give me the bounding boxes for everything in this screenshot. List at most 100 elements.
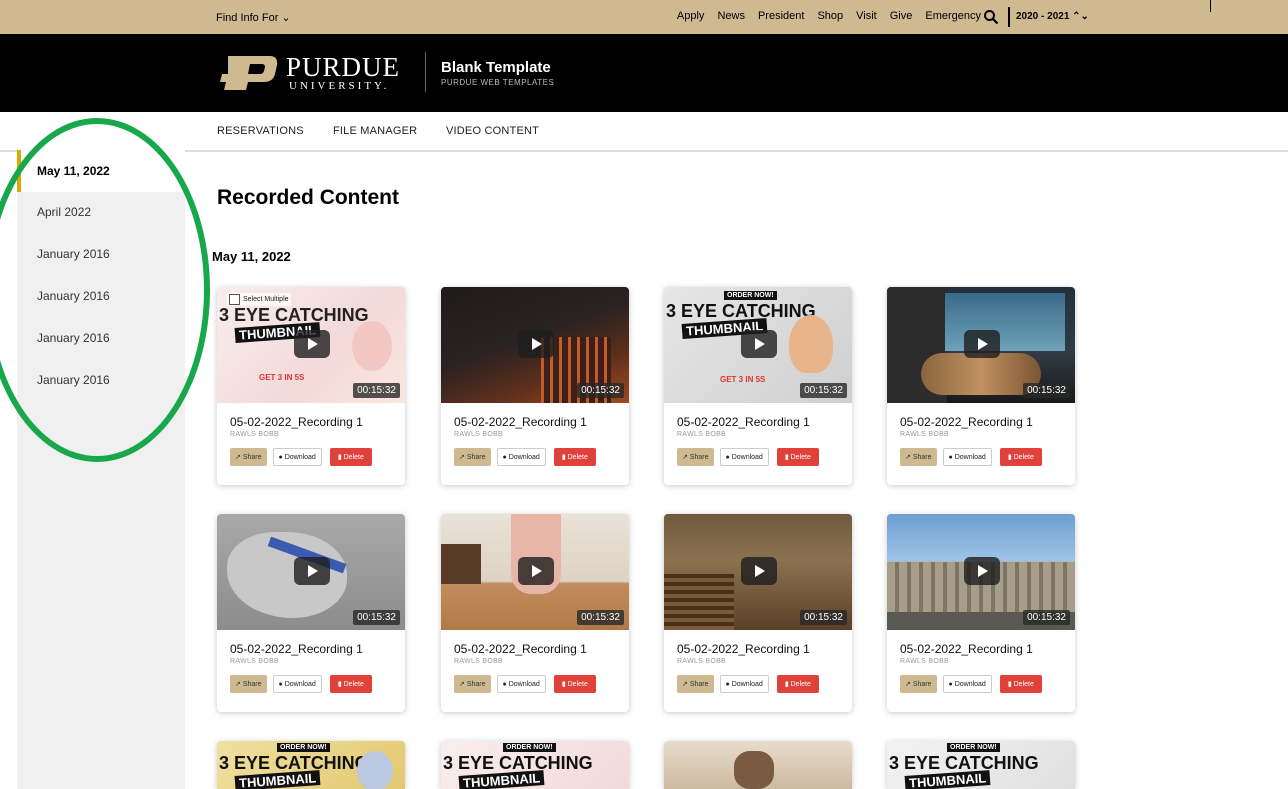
delete-button[interactable]: ▮ Delete [553, 675, 596, 693]
download-button[interactable]: ● Download [496, 448, 546, 466]
video-thumbnail[interactable]: 00:15:32 [664, 514, 852, 630]
share-button[interactable]: ↗ Share [677, 448, 714, 466]
video-thumbnail[interactable]: 00:15:32 [887, 514, 1075, 630]
recording-title[interactable]: 05-02-2022_Recording 1 [454, 415, 587, 429]
link-emergency[interactable]: Emergency [925, 10, 981, 22]
video-thumbnail[interactable]: ORDER NOW! 3 EYE CATCHING THUMBNAIL [217, 741, 405, 789]
delete-button[interactable]: ▮ Delete [329, 448, 372, 466]
year-selector[interactable]: 2020 - 2021 ⌃⌄ [1016, 11, 1089, 22]
share-button[interactable]: ↗ Share [677, 675, 714, 693]
find-info-dropdown[interactable]: Find Info For ⌄ [216, 11, 291, 24]
nav-video-content[interactable]: VIDEO CONTENT [446, 125, 539, 137]
download-button[interactable]: ● Download [942, 675, 992, 693]
video-thumbnail[interactable]: 00:15:32 [217, 514, 405, 630]
delete-button[interactable]: ▮ Delete [776, 675, 819, 693]
sidebar-item-april-2022[interactable]: April 2022 [17, 191, 185, 233]
share-button[interactable]: ↗ Share [230, 675, 267, 693]
recording-title[interactable]: 05-02-2022_Recording 1 [454, 642, 587, 656]
share-button[interactable]: ↗ Share [454, 675, 491, 693]
recording-title[interactable]: 05-02-2022_Recording 1 [900, 642, 1033, 656]
recording-owner: RAWLS BOBB [900, 658, 950, 665]
delete-button[interactable]: ▮ Delete [999, 675, 1042, 693]
nav-file-manager[interactable]: FILE MANAGER [333, 125, 417, 137]
video-thumbnail[interactable]: 3 EYE CATCHING THUMBNAIL GET 3 IN 5S 00:… [217, 287, 405, 403]
download-button[interactable]: ● Download [719, 675, 769, 693]
recording-title[interactable]: 05-02-2022_Recording 1 [677, 642, 810, 656]
divider [1210, 0, 1211, 12]
thumbnail-face [789, 315, 833, 373]
play-icon[interactable] [294, 330, 330, 358]
thumbnail-screen [945, 293, 1065, 351]
sidebar-item-label: May 11, 2022 [37, 164, 110, 178]
play-icon[interactable] [741, 557, 777, 585]
download-button[interactable]: ● Download [719, 448, 769, 466]
purdue-logo[interactable]: PURDUE UNIVERSITY. [218, 54, 400, 92]
recording-owner: RAWLS BOBB [900, 431, 950, 438]
play-icon[interactable] [294, 557, 330, 585]
recording-title[interactable]: 05-02-2022_Recording 1 [900, 415, 1033, 429]
video-card[interactable]: ORDER NOW! 3 EYE CATCHING THUMBNAIL [217, 741, 405, 789]
video-card[interactable]: ORDER NOW! 3 EYE CATCHING THUMBNAIL GET … [664, 287, 852, 485]
play-icon[interactable] [964, 557, 1000, 585]
play-icon[interactable] [741, 330, 777, 358]
sidebar-item-january-2016[interactable]: January 2016 [17, 359, 185, 401]
video-thumbnail[interactable]: ORDER NOW! 3 EYE CATCHING THUMBNAIL [441, 741, 629, 789]
play-icon[interactable] [518, 330, 554, 358]
download-button[interactable]: ● Download [496, 675, 546, 693]
video-card[interactable]: 00:15:32 05-02-2022_Recording 1 RAWLS BO… [441, 514, 629, 712]
download-button[interactable]: ● Download [272, 675, 322, 693]
video-card[interactable]: 00:15:32 05-02-2022_Recording 1 RAWLS BO… [887, 514, 1075, 712]
play-icon[interactable] [964, 330, 1000, 358]
video-card[interactable]: ORDER NOW! 3 EYE CATCHING THUMBNAIL [887, 741, 1075, 789]
main-nav: RESERVATIONS FILE MANAGER VIDEO CONTENT [0, 112, 1288, 152]
sidebar-item-may-2022[interactable]: May 11, 2022 [17, 150, 185, 192]
recording-title[interactable]: 05-02-2022_Recording 1 [230, 642, 363, 656]
video-card[interactable]: 00:15:32 05-02-2022_Recording 1 RAWLS BO… [887, 287, 1075, 485]
share-button[interactable]: ↗ Share [900, 675, 937, 693]
video-card[interactable]: 3 EYE CATCHING THUMBNAIL GET 3 IN 5S 00:… [217, 287, 405, 485]
search-icon[interactable] [983, 9, 999, 25]
share-button[interactable]: ↗ Share [454, 448, 491, 466]
video-card[interactable]: 00:15:32 05-02-2022_Recording 1 RAWLS BO… [664, 514, 852, 712]
download-button[interactable]: ● Download [942, 448, 992, 466]
recording-owner: RAWLS BOBB [677, 431, 727, 438]
recording-title[interactable]: 05-02-2022_Recording 1 [230, 415, 363, 429]
link-give[interactable]: Give [890, 10, 913, 22]
sidebar-item-january-2016[interactable]: January 2016 [17, 317, 185, 359]
video-thumbnail[interactable]: 00:15:32 [887, 287, 1075, 403]
share-button[interactable]: ↗ Share [900, 448, 937, 466]
video-thumbnail[interactable]: ORDER NOW! 3 EYE CATCHING THUMBNAIL GET … [664, 287, 852, 403]
link-visit[interactable]: Visit [856, 10, 877, 22]
play-icon[interactable] [518, 557, 554, 585]
video-thumbnail[interactable]: 00:15:32 [441, 514, 629, 630]
page-title: Recorded Content [217, 186, 400, 209]
video-card[interactable] [664, 741, 852, 789]
delete-button[interactable]: ▮ Delete [329, 675, 372, 693]
video-card[interactable]: 00:15:32 05-02-2022_Recording 1 RAWLS BO… [217, 514, 405, 712]
link-shop[interactable]: Shop [817, 10, 843, 22]
sidebar-item-january-2016[interactable]: January 2016 [17, 233, 185, 275]
link-apply[interactable]: Apply [677, 10, 705, 22]
sidebar-item-label: January 2016 [37, 373, 110, 387]
link-president[interactable]: President [758, 10, 804, 22]
video-card[interactable]: 00:15:32 05-02-2022_Recording 1 RAWLS BO… [441, 287, 629, 485]
download-button[interactable]: ● Download [272, 448, 322, 466]
video-thumbnail[interactable] [664, 741, 852, 789]
link-news[interactable]: News [717, 10, 745, 22]
nav-reservations[interactable]: RESERVATIONS [217, 125, 304, 137]
video-card[interactable]: ORDER NOW! 3 EYE CATCHING THUMBNAIL [441, 741, 629, 789]
site-title[interactable]: Blank Template [441, 59, 554, 76]
thumbnail-stairs [664, 574, 734, 630]
delete-button[interactable]: ▮ Delete [776, 448, 819, 466]
delete-button[interactable]: ▮ Delete [553, 448, 596, 466]
select-multiple-checkbox[interactable]: Select Multiple [227, 293, 291, 306]
duration-badge: 00:15:32 [1023, 383, 1070, 398]
share-button[interactable]: ↗ Share [230, 448, 267, 466]
brand-header: PURDUE UNIVERSITY. Blank Template PURDUE… [0, 34, 1288, 112]
video-thumbnail[interactable]: ORDER NOW! 3 EYE CATCHING THUMBNAIL [887, 741, 1075, 789]
recording-title[interactable]: 05-02-2022_Recording 1 [677, 415, 810, 429]
sidebar-item-january-2016[interactable]: January 2016 [17, 275, 185, 317]
delete-button[interactable]: ▮ Delete [999, 448, 1042, 466]
video-thumbnail[interactable]: 00:15:32 [441, 287, 629, 403]
sidebar-item-label: April 2022 [37, 205, 92, 219]
